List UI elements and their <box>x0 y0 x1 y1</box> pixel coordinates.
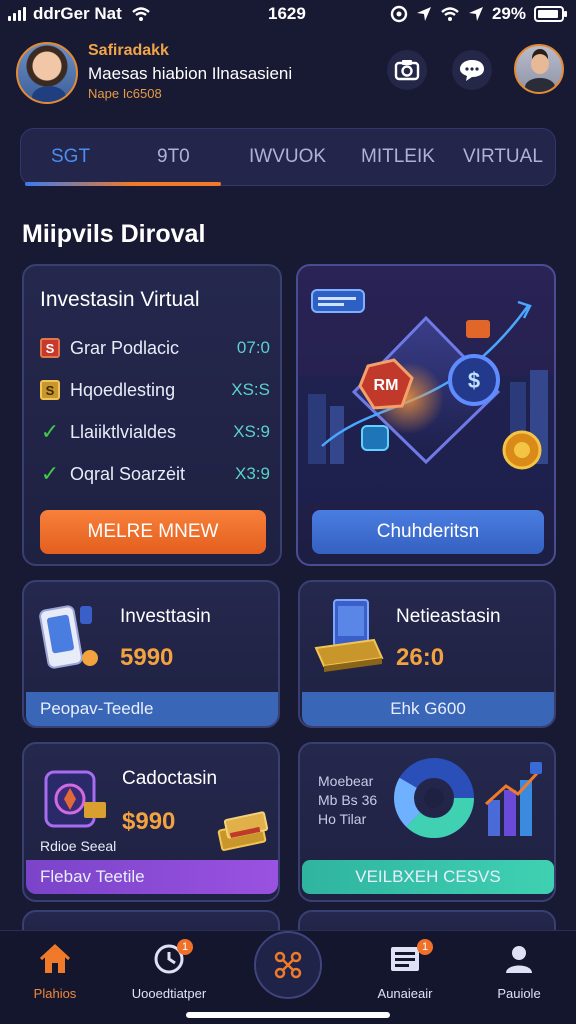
chat-button[interactable] <box>452 50 492 90</box>
tab-iwvuok[interactable]: IWVUOK <box>249 146 326 168</box>
home-indicator <box>186 1012 390 1018</box>
nav-label: Uooedtiatper <box>131 986 207 1001</box>
wifi-icon <box>441 7 459 21</box>
section-title: Miipvils Diroval <box>22 220 206 248</box>
investment-card[interactable]: Moebear Mb Bs 36 Ho Tilar VEILBXEH CESVS <box>298 742 556 902</box>
status-bar: ddrGer Nat 1629 29% <box>0 0 576 28</box>
tab-9t0[interactable]: 9T0 <box>157 146 190 168</box>
card-footer-button[interactable]: Flebav Teetile <box>26 860 278 894</box>
check-icon: ✓ <box>40 419 60 444</box>
item-label: Grar Podlacic <box>70 338 180 358</box>
card-caption: Rdioe Seeal <box>40 838 117 854</box>
gold-square-icon: S <box>40 380 60 400</box>
item-value: 07:0 <box>236 338 270 357</box>
home-icon <box>39 943 71 973</box>
location-icon <box>416 7 431 21</box>
laptop-icon <box>314 599 384 672</box>
list-item: S Hqoedlesting XS:S <box>40 378 270 402</box>
item-label: Llaiiktlvialdes <box>70 422 177 442</box>
user-subtitle: Maesas hiabion Ilnasasieni <box>88 64 293 83</box>
battery-icon <box>534 6 567 22</box>
alarm-icon <box>390 5 408 23</box>
user-name: Safiradakk <box>88 42 169 59</box>
secondary-avatar[interactable] <box>514 44 564 94</box>
card-title: Investasin Virtual <box>40 288 200 311</box>
network-icon <box>274 951 302 979</box>
category-tabs: SGT 9T0 IWVUOK MITLEIK VIRTUAL <box>20 128 556 186</box>
nav-network-button[interactable] <box>254 931 322 999</box>
tab-sgt[interactable]: SGT <box>51 146 90 168</box>
check-icon: ✓ <box>40 461 60 486</box>
investment-card[interactable]: Investtasin 5990 Peopav-Teedle <box>22 580 280 728</box>
list-item: ✓ Llaiiktlvialdes XS:9 <box>40 419 270 444</box>
hero-badge-text: RM <box>374 377 399 394</box>
donut-chart-icon <box>394 758 474 838</box>
nav-label: Aunaieair <box>377 986 433 1001</box>
card-title: Cadoctasin <box>122 768 218 789</box>
phone-icon <box>39 605 98 669</box>
bar-chart-icon <box>484 762 542 836</box>
card-amount: $990 <box>122 808 176 835</box>
card-footer-button[interactable]: Peopav-Teedle <box>26 692 278 726</box>
user-meta: Nape Ic6508 <box>88 86 162 101</box>
red-square-icon: S <box>40 338 60 358</box>
bottom-navigation: Plahios 1 Uooedtiatper 1 Aunaieair Pauio… <box>0 930 576 1024</box>
carrier-label: ddrGer Nat <box>33 4 122 23</box>
safe-icon <box>44 770 106 828</box>
battery-percent: 29% <box>491 4 526 23</box>
item-label: Oqral Soarzėit <box>70 464 186 484</box>
money-stack-icon <box>217 811 269 851</box>
camera-button[interactable] <box>387 50 427 90</box>
card-amount: 5990 <box>120 644 174 671</box>
location-icon <box>468 7 483 21</box>
avatar[interactable] <box>16 42 78 104</box>
item-label: Hqoedlesting <box>70 380 176 400</box>
tab-virtual[interactable]: VIRTUAL <box>463 146 543 168</box>
nav-updates[interactable]: 1 Uooedtiatper <box>114 939 224 1001</box>
card-amount: 26:0 <box>396 644 445 671</box>
nav-home[interactable]: Plahios <box>0 943 110 1001</box>
nav-label: Pauiole <box>497 986 541 1001</box>
tab-mitleik[interactable]: MITLEIK <box>361 146 435 168</box>
notification-badge: 1 <box>417 939 433 955</box>
nav-documents[interactable]: 1 Aunaieair <box>350 939 460 1001</box>
svg-text:$: $ <box>468 368 480 393</box>
nav-profile[interactable]: Pauiole <box>464 943 574 1001</box>
card-title: Netieastasin <box>396 606 501 627</box>
profile-header: Safiradakk Maesas hiabion Ilnasasieni Na… <box>0 36 576 112</box>
chuhderitsn-button[interactable]: Chuhderitsn <box>312 510 544 554</box>
card-footer-button[interactable]: VEILBXEH CESVS <box>302 860 554 894</box>
notification-badge: 1 <box>177 939 193 955</box>
item-value: X3:9 <box>235 464 270 483</box>
card-title: Investtasin <box>120 606 211 627</box>
item-value: XS:9 <box>233 422 270 441</box>
tab-indicator <box>25 182 221 186</box>
card-footer-button[interactable]: Ehk G600 <box>302 692 554 726</box>
investment-card[interactable]: Cadoctasin $990 Rdioe Seeal Flebav Teeti… <box>22 742 280 902</box>
profile-icon <box>506 946 532 973</box>
item-value: XS:S <box>231 380 270 399</box>
investment-illustration: RM $ <box>298 289 554 502</box>
list-item: S Grar Podlacic 07:0 <box>40 336 270 360</box>
wifi-icon <box>132 7 150 21</box>
status-time: 1629 <box>268 4 306 23</box>
list-item: ✓ Oqral Soarzėit X3:9 <box>40 461 270 486</box>
camera-icon <box>394 60 420 81</box>
virtual-investment-card: Investasin Virtual S Grar Podlacic 07:0 … <box>22 264 282 566</box>
investment-card[interactable]: Netieastasin 26:0 Ehk G600 <box>298 580 556 728</box>
card-text: Moebear Mb Bs 36 Ho Tilar <box>318 773 378 827</box>
more-new-button[interactable]: MELRE MNEW <box>40 510 266 554</box>
hero-card: RM $ Chuhderitsn <box>296 264 556 566</box>
signal-icon <box>8 7 26 21</box>
chat-bubble-icon <box>460 60 484 81</box>
nav-label: Plahios <box>33 986 77 1001</box>
